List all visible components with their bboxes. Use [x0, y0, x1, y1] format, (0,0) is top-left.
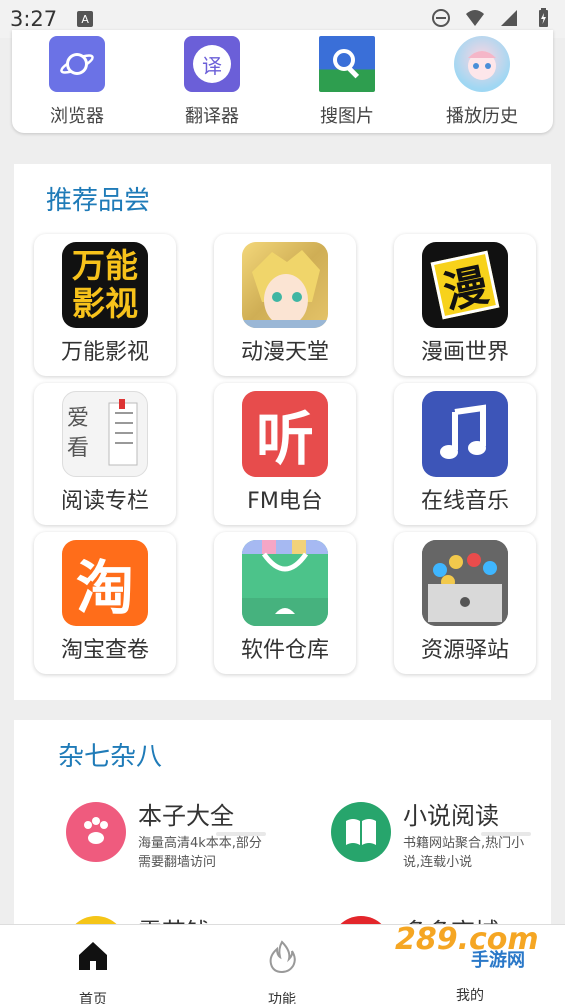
- shopping-bag-icon: [242, 540, 328, 626]
- tile-art-text: 漫: [430, 250, 500, 320]
- music-note-icon: [422, 391, 508, 477]
- nav-label: 首页: [79, 992, 107, 1004]
- planet-icon: [49, 36, 105, 92]
- shortcut-card: 浏览器 译 翻译器 搜图片 播放历史: [12, 30, 553, 133]
- anime-character-icon: [242, 242, 328, 328]
- paw-icon: [66, 802, 126, 862]
- tile-reading-column[interactable]: 爱看 阅读专栏: [34, 383, 176, 525]
- radio-app-icon: 听: [242, 391, 328, 477]
- tile-label: 漫画世界: [420, 340, 509, 365]
- image-search-icon: [319, 36, 375, 92]
- shortcut-label: 播放历史: [446, 106, 518, 127]
- translate-icon: 译: [184, 36, 240, 92]
- tile-label: 阅读专栏: [60, 489, 149, 514]
- anime-avatar-icon: [454, 36, 510, 92]
- section-title: 杂七杂八: [58, 742, 163, 772]
- tile-label: 万能影视: [60, 340, 149, 365]
- video-app-icon: 万能影视: [62, 242, 148, 328]
- tile-art-text: 爱看: [67, 406, 90, 461]
- shortcut-label: 搜图片: [320, 106, 374, 127]
- translate-glyph: 译: [193, 45, 231, 83]
- battery-icon: [539, 8, 548, 27]
- nav-home[interactable]: 首页: [53, 939, 133, 1004]
- tile-taobao-coupon[interactable]: 淘 淘宝查卷: [34, 532, 176, 674]
- nav-label: 我的: [456, 988, 484, 1004]
- tile-label: 在线音乐: [420, 489, 509, 514]
- watermark-subtext: 手游网: [471, 950, 525, 971]
- section-title: 推荐品尝: [46, 186, 151, 216]
- watermark-logo: 289.com 手游网: [395, 922, 545, 971]
- tile-label: FM电台: [247, 489, 323, 514]
- tile-software-store[interactable]: 软件仓库: [214, 532, 356, 674]
- nav-label: 功能: [268, 992, 296, 1004]
- tile-label: 动漫天堂: [240, 340, 329, 365]
- recommend-section: 推荐品尝 万能影视 万能影视 动漫天堂 漫 漫画世界 爱看 阅读专栏 听 FM电…: [14, 164, 551, 700]
- nav-features[interactable]: 功能: [242, 939, 322, 1004]
- shortcut-browser[interactable]: 浏览器: [22, 36, 132, 128]
- notification-icon: A: [77, 11, 94, 27]
- do-not-disturb-icon: [432, 9, 450, 27]
- shortcut-history[interactable]: 播放历史: [427, 36, 537, 128]
- signal-icon: [501, 10, 517, 26]
- shortcut-label: 浏览器: [50, 106, 104, 127]
- shortcut-label: 翻译器: [185, 106, 239, 127]
- tile-fm-radio[interactable]: 听 FM电台: [214, 383, 356, 525]
- book-open-icon: [331, 802, 391, 862]
- taobao-icon: 淘: [62, 540, 148, 626]
- flame-icon: [269, 940, 296, 974]
- item-desc: 海量高清4k本本,部分需要翻墙访问: [138, 836, 262, 870]
- shortcut-image-search[interactable]: 搜图片: [292, 36, 402, 128]
- misc-section: 杂七杂八 本子大全 海量高清4k本本,部分需要翻墙访问 小说阅读 书籍网站聚合,…: [14, 720, 551, 930]
- list-item-novel[interactable]: 小说阅读 书籍网站聚合,热门小说,连载小说: [331, 796, 541, 876]
- tile-art-text: 听: [255, 405, 314, 473]
- tile-art-text: 万能影视: [72, 246, 138, 323]
- tile-comic-world[interactable]: 漫 漫画世界: [394, 234, 536, 376]
- tile-resource-station[interactable]: 资源驿站: [394, 532, 536, 674]
- status-time: 3:27: [10, 7, 58, 31]
- comic-app-icon: 漫: [422, 242, 508, 328]
- shortcut-translator[interactable]: 译 翻译器: [157, 36, 267, 128]
- item-desc: 书籍网站聚合,热门小说,连载小说: [403, 836, 525, 870]
- tile-art-text: 淘: [75, 554, 134, 622]
- item-title: 本子大全: [138, 802, 234, 830]
- tile-online-music[interactable]: 在线音乐: [394, 383, 536, 525]
- list-item-benzi[interactable]: 本子大全 海量高清4k本本,部分需要翻墙访问: [66, 796, 276, 876]
- tile-label: 软件仓库: [240, 638, 329, 663]
- tile-anime-heaven[interactable]: 动漫天堂: [214, 234, 356, 376]
- tile-label: 资源驿站: [420, 638, 509, 663]
- item-title: 小说阅读: [403, 802, 499, 830]
- tile-label: 淘宝查卷: [60, 638, 149, 663]
- tile-wanneng-video[interactable]: 万能影视 万能影视: [34, 234, 176, 376]
- treasure-box-icon: [422, 540, 508, 626]
- wifi-icon: [466, 10, 484, 26]
- home-icon: [79, 942, 107, 970]
- book-icon: 爱看: [62, 391, 148, 477]
